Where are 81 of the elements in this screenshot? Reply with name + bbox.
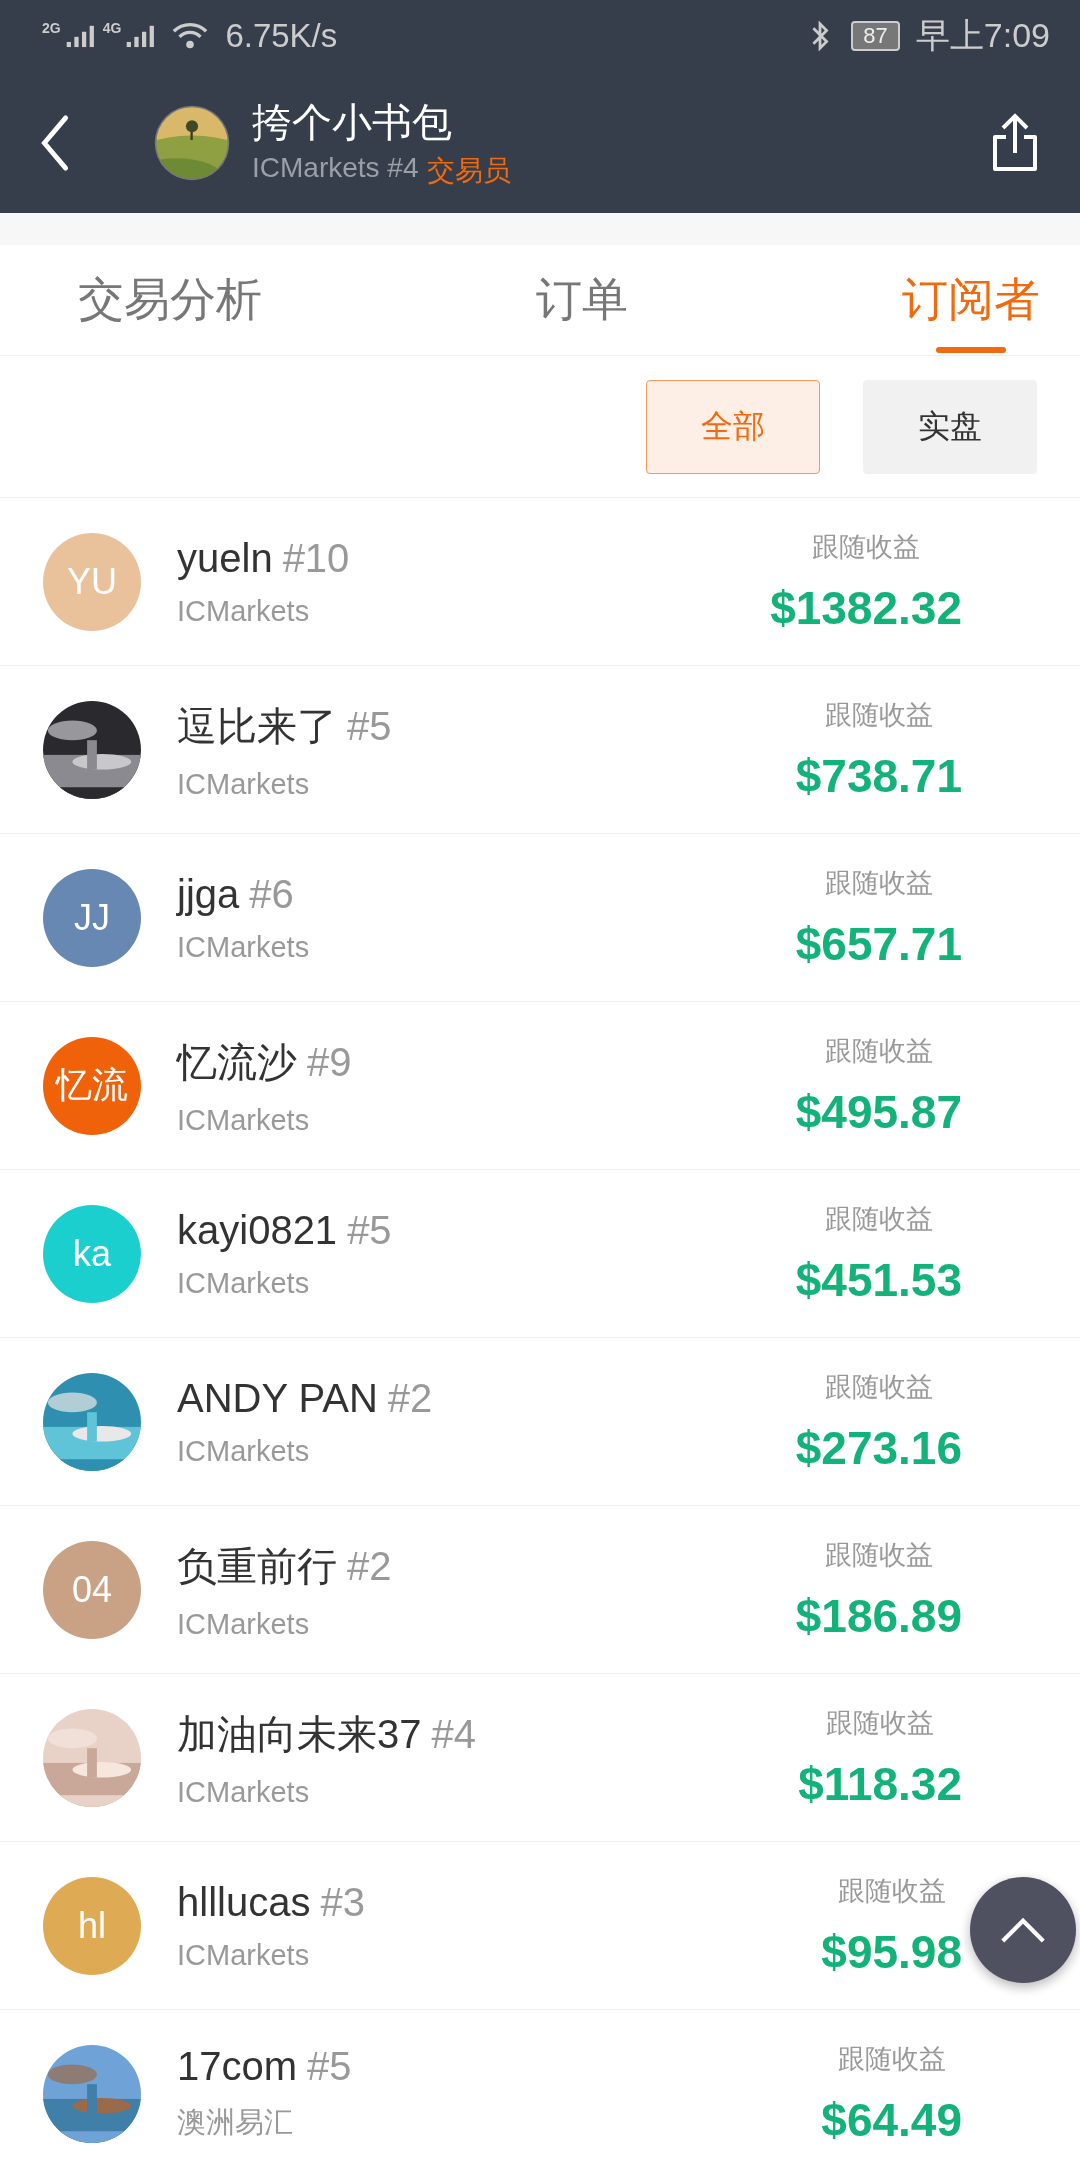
subscriber-name: jjga <box>177 871 240 917</box>
subscriber-row[interactable]: 04 负重前行 #2 ICMarkets 跟随收益 $186.89 <box>0 1506 1080 1674</box>
rank-number: #6 <box>249 871 294 917</box>
rank-number: #2 <box>387 1375 433 1421</box>
profit-value: $118.32 <box>798 1756 962 1811</box>
scroll-top-button[interactable] <box>970 1877 1076 1983</box>
network-speed: 6.75K/s <box>225 17 338 55</box>
tab[interactable]: 订单 <box>536 245 628 355</box>
wifi-icon <box>171 21 210 51</box>
profit-label: 跟随收益 <box>812 530 921 564</box>
subscriber-name: 逗比来了 <box>177 702 337 750</box>
subscriber-name: 17com <box>177 2044 298 2089</box>
broker-name: ICMarkets <box>177 1938 311 1972</box>
network-label: 2G <box>42 20 61 36</box>
broker-name: 澳洲易汇 <box>177 2105 294 2140</box>
subscriber-row[interactable]: ANDY PAN #2 ICMarkets 跟随收益 $273.16 <box>0 1338 1080 1506</box>
subscriber-name: hlllucas <box>177 1879 311 1925</box>
rank-number: #5 <box>307 2044 352 2089</box>
subscriber-row[interactable]: ka kayi0821 #5 ICMarkets 跟随收益 $451.53 <box>0 1170 1080 1338</box>
profit-label: 跟随收益 <box>824 1034 933 1068</box>
avatar: ka <box>43 1204 141 1303</box>
profit-value: $186.89 <box>795 1588 962 1643</box>
rank-number: #4 <box>431 1711 476 1757</box>
broker-name: ICMarkets <box>177 930 311 964</box>
profit-label: 跟随收益 <box>826 1706 935 1740</box>
broker-name: ICMarkets <box>177 1775 311 1809</box>
subscriber-row[interactable]: JJ jjga #6 ICMarkets 跟随收益 $657.71 <box>0 834 1080 1002</box>
trader-name: 挎个小书包 <box>252 99 453 146</box>
subscriber-row[interactable]: YU yueln #10 ICMarkets 跟随收益 $1382.32 <box>0 498 1080 666</box>
back-icon[interactable] <box>40 113 70 172</box>
rank-number: #10 <box>282 535 350 581</box>
filter-button[interactable]: 实盘 <box>863 379 1037 474</box>
profit-value: $738.71 <box>795 748 962 803</box>
subscriber-row[interactable]: 17com #5 澳洲易汇 跟随收益 $64.49 <box>0 2010 1080 2160</box>
profit-value: $451.53 <box>795 1252 962 1307</box>
avatar: 忆流 <box>43 1036 141 1135</box>
broker-name: ICMarkets <box>177 1103 311 1137</box>
avatar: 04 <box>43 1540 141 1639</box>
profit-value: $64.49 <box>821 2092 962 2147</box>
subscriber-row[interactable]: 逗比来了 #5 ICMarkets 跟随收益 $738.71 <box>0 666 1080 834</box>
broker-name: ICMarkets <box>177 1266 311 1300</box>
rank-number: #2 <box>347 1543 392 1589</box>
profit-value: $95.98 <box>821 1924 962 1979</box>
subscriber-name: kayi0821 <box>177 1207 338 1253</box>
profit-label: 跟随收益 <box>824 1370 933 1404</box>
broker-name: ICMarkets <box>177 594 311 628</box>
share-icon[interactable] <box>990 111 1040 174</box>
subscriber-name: 负重前行 <box>177 1542 337 1590</box>
broker-name: ICMarkets <box>177 1607 311 1641</box>
rank-number: #3 <box>320 1879 365 1925</box>
subscriber-name: 加油向未来37 <box>177 1710 422 1758</box>
profit-label: 跟随收益 <box>837 2042 946 2076</box>
broker-name: ICMarkets <box>177 767 311 801</box>
subscriber-row[interactable]: 忆流 忆流沙 #9 ICMarkets 跟随收益 $495.87 <box>0 1002 1080 1170</box>
rank-number: #5 <box>347 703 392 749</box>
profit-value: $273.16 <box>795 1420 962 1475</box>
profit-value: $657.71 <box>795 916 962 971</box>
rank-number: #9 <box>307 1039 352 1085</box>
broker-name: ICMarkets <box>177 1434 311 1468</box>
avatar: JJ <box>43 868 141 967</box>
clock: 早上7:09 <box>915 15 1050 56</box>
profit-value: $1382.32 <box>770 580 962 635</box>
profit-label: 跟随收益 <box>824 1538 933 1572</box>
profit-label: 跟随收益 <box>824 698 933 732</box>
caret-up-icon <box>1000 1916 1046 1944</box>
avatar: hl <box>43 1876 141 1975</box>
role-label: 交易员 <box>426 154 511 188</box>
profit-label: 跟随收益 <box>837 1874 946 1908</box>
subscriber-name: yueln <box>177 535 273 581</box>
rank-number: #5 <box>347 1207 392 1253</box>
profit-value: $495.87 <box>795 1084 962 1139</box>
subscriber-name: ANDY PAN <box>177 1375 378 1421</box>
battery-indicator: 87 <box>851 21 900 51</box>
network-label: 4G <box>102 20 122 36</box>
avatar: YU <box>43 532 141 631</box>
subscriber-row[interactable]: 加油向未来37 #4 ICMarkets 跟随收益 $118.32 <box>0 1674 1080 1842</box>
broker-rank: ICMarkets #4 <box>252 152 419 185</box>
profit-label: 跟随收益 <box>824 866 933 900</box>
tab[interactable]: 交易分析 <box>78 245 262 355</box>
subscriber-name: 忆流沙 <box>177 1038 297 1086</box>
profit-label: 跟随收益 <box>824 1202 933 1236</box>
